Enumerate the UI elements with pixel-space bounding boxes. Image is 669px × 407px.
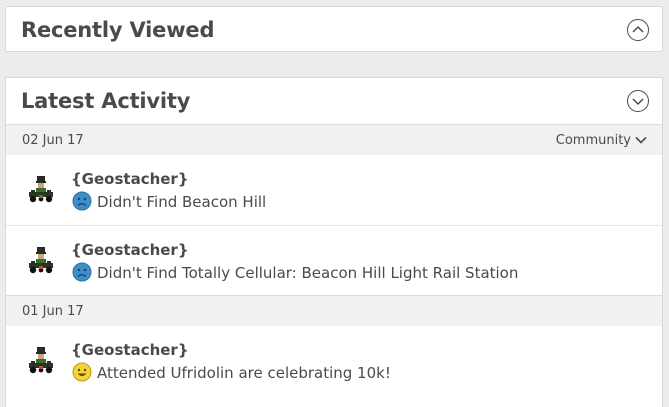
username-link[interactable]: {Geostacher} xyxy=(71,241,189,259)
chevron-up-circle-icon[interactable] xyxy=(627,19,649,41)
date-group-header: 02 Jun 17 Community xyxy=(6,124,662,155)
log-entry: Attended Ufridolin are celebrating 10k! xyxy=(72,362,391,382)
recently-viewed-title: Recently Viewed xyxy=(21,18,215,42)
avatar-icon[interactable] xyxy=(26,345,56,375)
activity-row: {Geostacher} Didn't Find Totally Cellula… xyxy=(6,225,662,295)
recently-viewed-panel: Recently Viewed xyxy=(5,6,663,52)
avatar-icon[interactable] xyxy=(26,245,56,275)
community-filter-dropdown[interactable]: Community xyxy=(556,133,647,148)
cache-link[interactable]: Attended Ufridolin are celebrating 10k! xyxy=(97,364,391,382)
chevron-down-icon xyxy=(635,136,647,144)
date-label: 01 Jun 17 xyxy=(22,304,84,319)
latest-activity-panel: Latest Activity 02 Jun 17 Community {Geo… xyxy=(5,77,663,407)
log-entry: Didn't Find Beacon Hill xyxy=(72,191,266,211)
username-link[interactable]: {Geostacher} xyxy=(71,341,189,359)
username-link[interactable]: {Geostacher} xyxy=(71,170,189,188)
chevron-down-circle-icon[interactable] xyxy=(627,90,649,112)
cache-link[interactable]: Didn't Find Beacon Hill xyxy=(97,193,266,211)
activity-row: {Geostacher} Attended Ufridolin are cele… xyxy=(6,326,662,396)
latest-activity-header[interactable]: Latest Activity xyxy=(6,78,662,124)
attended-icon xyxy=(72,362,92,382)
didnt-find-icon xyxy=(72,262,92,282)
activity-row: {Geostacher} Didn't Find Beacon Hill xyxy=(6,155,662,225)
didnt-find-icon xyxy=(72,191,92,211)
cache-link[interactable]: Didn't Find Totally Cellular: Beacon Hil… xyxy=(97,264,518,282)
filter-label: Community xyxy=(555,133,631,148)
avatar-icon[interactable] xyxy=(26,174,56,204)
recently-viewed-header[interactable]: Recently Viewed xyxy=(6,7,662,53)
date-label: 02 Jun 17 xyxy=(22,133,84,148)
log-entry: Didn't Find Totally Cellular: Beacon Hil… xyxy=(72,262,518,282)
latest-activity-title: Latest Activity xyxy=(21,89,191,113)
date-group-header: 01 Jun 17 xyxy=(6,295,662,326)
